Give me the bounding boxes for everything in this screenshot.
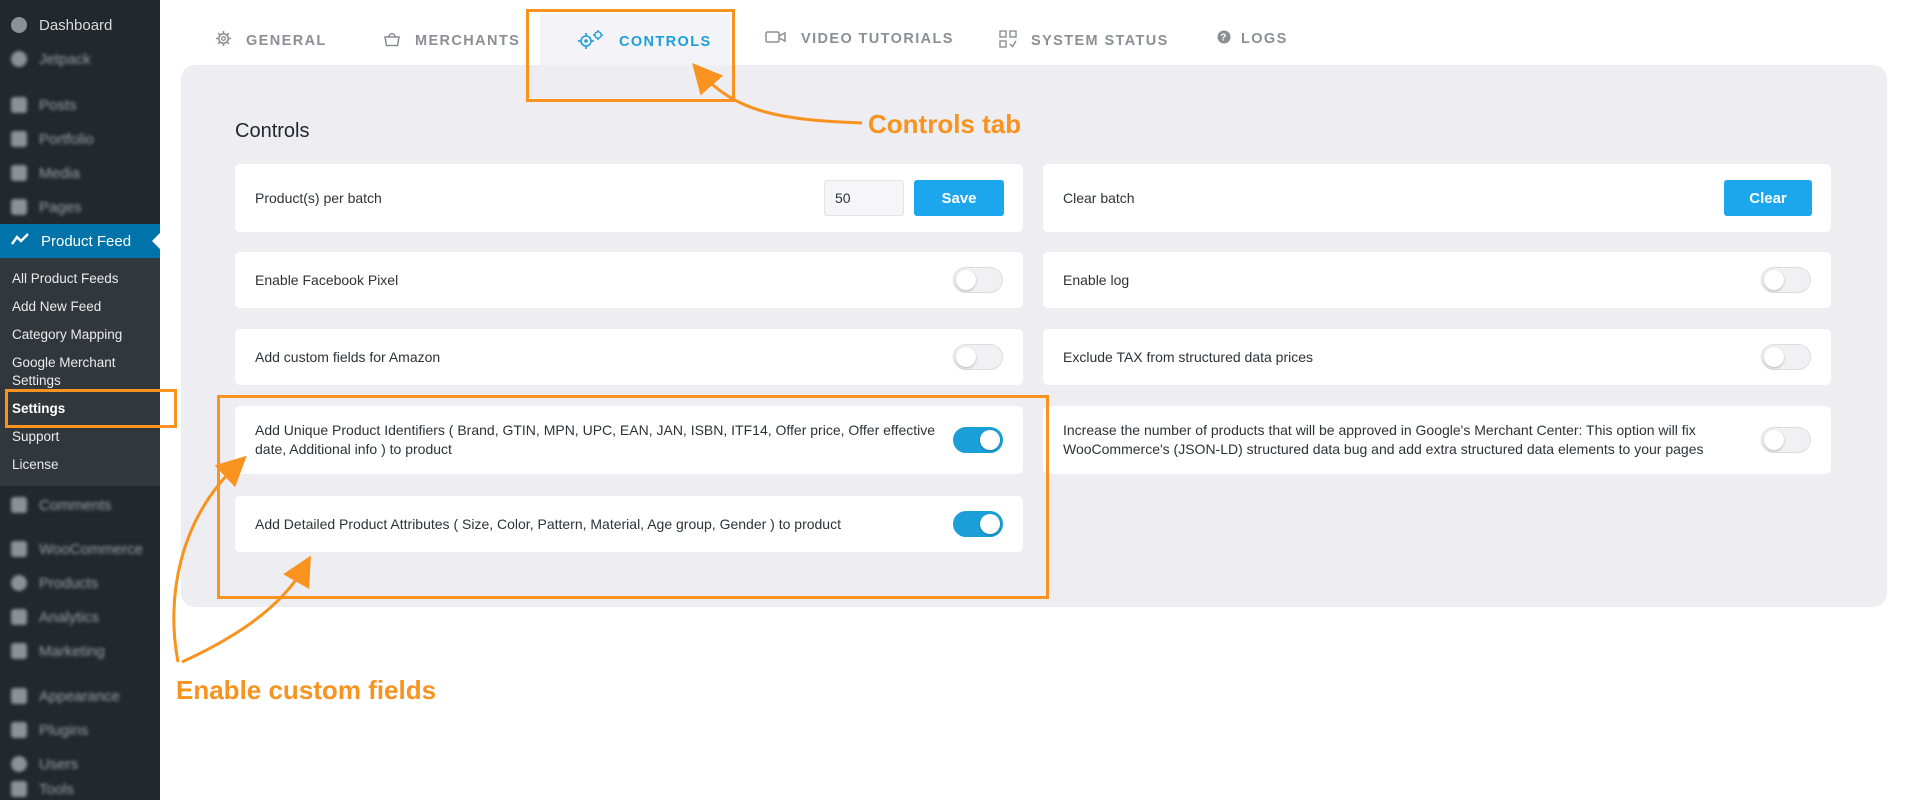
- arrow-to-controls-tab: [692, 62, 863, 125]
- annotation-controls-tab: Controls tab: [868, 109, 1022, 139]
- arrow-to-attributes: [181, 555, 311, 664]
- arrow-to-identifiers: [172, 455, 247, 663]
- annotation-enable-custom-fields: Enable custom fields: [176, 675, 437, 705]
